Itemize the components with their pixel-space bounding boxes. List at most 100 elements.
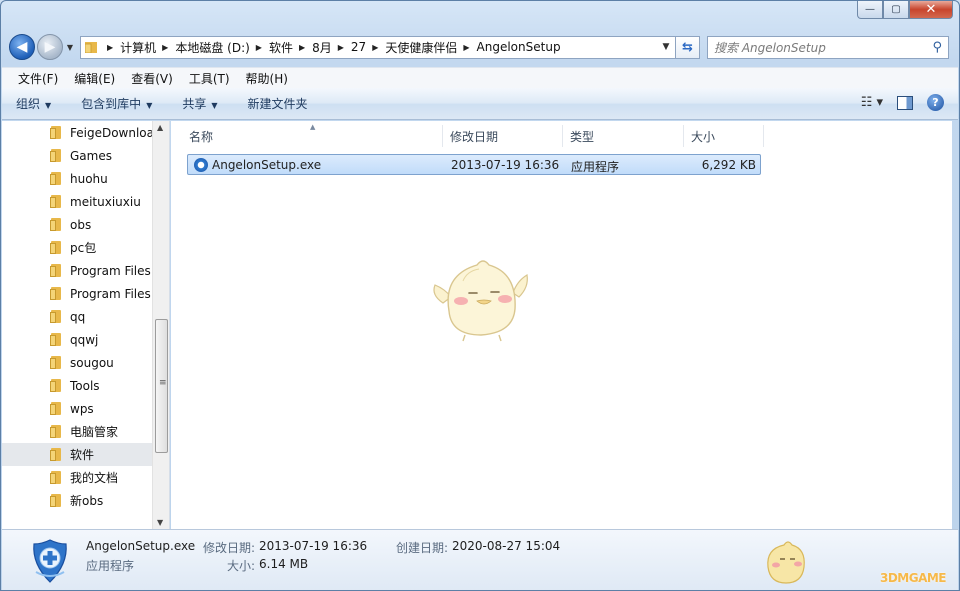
menu-help[interactable]: 帮助(H): [246, 70, 288, 87]
tree-item[interactable]: qq: [2, 305, 154, 328]
tree-item[interactable]: 我的文档: [2, 466, 154, 489]
maximize-button[interactable]: ▢: [883, 1, 909, 19]
include-in-library-label: 包含到库中: [81, 97, 142, 111]
organize-button[interactable]: 组织 ▼: [16, 95, 51, 112]
chevron-right-icon[interactable]: ▶: [338, 43, 344, 52]
detail-type: 应用程序: [86, 559, 135, 573]
share-button[interactable]: 共享 ▼: [182, 95, 217, 112]
breadcrumb-computer[interactable]: 计算机: [120, 39, 156, 56]
breadcrumb-angel-companion[interactable]: 天使健康伴侣: [385, 39, 457, 56]
minimize-button[interactable]: —: [857, 1, 883, 19]
folder-icon: [50, 264, 63, 277]
tree-item-label: meituxiuxiu: [70, 194, 141, 209]
address-dropdown-icon[interactable]: ▼: [657, 42, 675, 52]
forward-button[interactable]: ▶: [37, 34, 63, 60]
column-header-type[interactable]: 类型: [563, 125, 684, 147]
new-folder-label: 新建文件夹: [247, 97, 308, 111]
new-folder-button[interactable]: 新建文件夹: [248, 95, 308, 112]
tree-item-label: Games: [70, 148, 112, 163]
column-header-size[interactable]: 大小: [684, 125, 764, 147]
menu-edit[interactable]: 编辑(E): [74, 70, 115, 87]
tree-item[interactable]: FeigeDownloa: [2, 121, 154, 144]
tree-item-label: huohu: [70, 171, 108, 186]
tree-item[interactable]: obs: [2, 213, 154, 236]
navigation-bar: ◀ ▶ ▼ ▶ 计算机 ▶ 本地磁盘 (D:) ▶ 软件 ▶ 8月 ▶ 27 ▶…: [9, 31, 951, 63]
folder-icon: [50, 172, 63, 185]
help-icon[interactable]: ?: [927, 94, 944, 111]
close-button[interactable]: ✕: [909, 1, 953, 19]
file-list-pane: 名称 ▲ 修改日期 类型 大小 AngelonSetup.exe 2013-07…: [171, 121, 952, 529]
sort-up-icon: ▲: [310, 123, 316, 131]
caret-down-icon: ▼: [146, 101, 153, 110]
recent-pages-dropdown-icon[interactable]: ▼: [64, 43, 76, 52]
folder-icon: [50, 425, 63, 438]
scroll-down-icon[interactable]: ▼: [157, 518, 163, 527]
tree-item-label: pc包: [70, 241, 97, 255]
search-input[interactable]: 搜索 AngelonSetup ⚲: [707, 35, 949, 59]
folder-icon: [50, 310, 63, 323]
detail-size-label: 大小:: [227, 559, 256, 573]
folder-icon: [50, 402, 63, 415]
chevron-right-icon[interactable]: ▶: [162, 43, 168, 52]
menu-view[interactable]: 查看(V): [131, 70, 173, 87]
folder-icon: [50, 126, 63, 139]
column-modified-label: 修改日期: [450, 129, 499, 144]
scrollbar-thumb[interactable]: ≡: [155, 319, 168, 453]
preview-pane-icon[interactable]: [897, 95, 913, 110]
column-header-name[interactable]: 名称 ▲: [171, 123, 443, 147]
tree-item-label: 新obs: [70, 494, 104, 508]
menu-file[interactable]: 文件(F): [18, 70, 58, 87]
menu-tools[interactable]: 工具(T): [189, 70, 230, 87]
folder-icon: [50, 195, 63, 208]
include-in-library-button[interactable]: 包含到库中 ▼: [81, 95, 152, 112]
tree-item[interactable]: Tools: [2, 374, 154, 397]
folder-icon: [50, 356, 63, 369]
breadcrumb-27[interactable]: 27: [351, 40, 366, 54]
chevron-right-icon[interactable]: ▶: [256, 43, 262, 52]
caret-down-icon: ▼: [211, 101, 218, 110]
tree-item[interactable]: wps: [2, 397, 154, 420]
breadcrumb-august[interactable]: 8月: [312, 39, 332, 56]
breadcrumb-drive-d[interactable]: 本地磁盘 (D:): [175, 39, 249, 56]
watermark-mascot-icon: [767, 541, 805, 584]
tree-item-label: sougou: [70, 355, 114, 370]
tree-item[interactable]: sougou: [2, 351, 154, 374]
breadcrumb-software[interactable]: 软件: [269, 39, 293, 56]
nav-scrollbar[interactable]: ▲ ≡ ▼: [152, 121, 169, 529]
navigation-pane: FeigeDownloa Games huohu meituxiuxiu obs pc包 P…: [2, 121, 170, 529]
tree-item[interactable]: Games: [2, 144, 154, 167]
tree-item[interactable]: 电脑管家: [2, 420, 154, 443]
file-row[interactable]: AngelonSetup.exe 2013-07-19 16:36 应用程序 6…: [187, 154, 761, 175]
folder-icon: [85, 42, 97, 53]
tree-item[interactable]: huohu: [2, 167, 154, 190]
column-header-modified[interactable]: 修改日期: [443, 125, 563, 147]
chevron-right-icon[interactable]: ▶: [107, 43, 113, 52]
folder-icon: [50, 218, 63, 231]
tree-item[interactable]: meituxiuxiu: [2, 190, 154, 213]
view-controls: ☷ ▾ ?: [861, 94, 944, 111]
chevron-right-icon[interactable]: ▶: [463, 43, 469, 52]
address-bar[interactable]: ▶ 计算机 ▶ 本地磁盘 (D:) ▶ 软件 ▶ 8月 ▶ 27 ▶ 天使健康伴…: [80, 35, 676, 59]
chevron-right-icon[interactable]: ▶: [299, 43, 305, 52]
change-view-icon[interactable]: ☷ ▾: [861, 95, 883, 110]
tree-item[interactable]: Program Files: [2, 282, 154, 305]
search-icon[interactable]: ⚲: [932, 40, 942, 55]
folder-icon: [50, 379, 63, 392]
organize-label: 组织: [16, 97, 41, 111]
column-name-label: 名称: [189, 129, 214, 144]
tree-item[interactable]: pc包: [2, 236, 154, 259]
detail-filename: AngelonSetup.exe: [86, 539, 196, 553]
tree-item[interactable]: Program Files: [2, 259, 154, 282]
tree-item[interactable]: qqwj: [2, 328, 154, 351]
breadcrumb-angelonsetup[interactable]: AngelonSetup: [477, 40, 561, 54]
back-button[interactable]: ◀: [9, 34, 35, 60]
refresh-button[interactable]: ⇆: [676, 35, 700, 59]
chevron-right-icon[interactable]: ▶: [372, 43, 378, 52]
tree-item[interactable]: 新obs: [2, 489, 154, 512]
folder-icon: [50, 287, 63, 300]
tree-item-label: Program Files: [70, 286, 151, 301]
tree-item-label: qqwj: [70, 332, 99, 347]
tree-item[interactable]: 软件: [2, 443, 154, 466]
scroll-up-icon[interactable]: ▲: [157, 123, 163, 132]
file-type: 应用程序: [571, 160, 620, 174]
